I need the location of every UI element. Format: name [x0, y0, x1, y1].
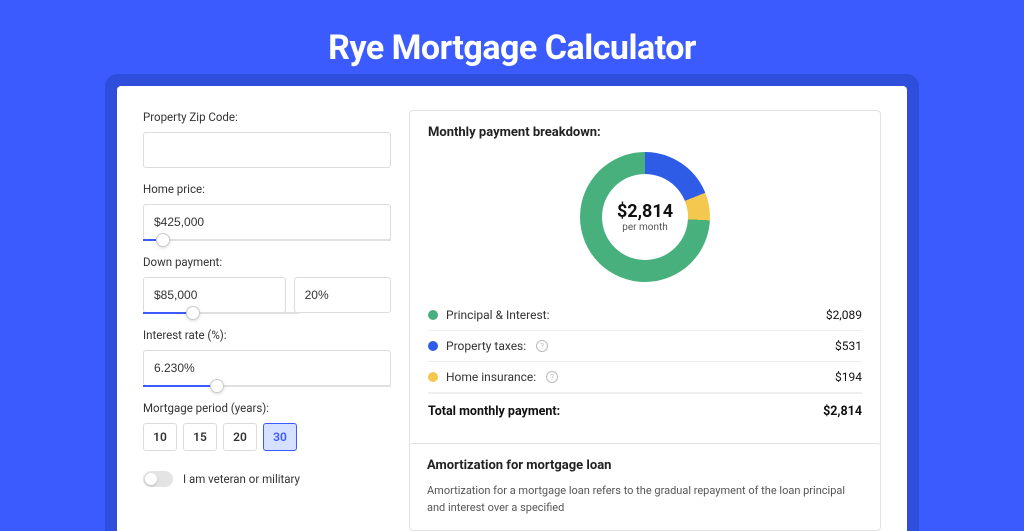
veteran-toggle[interactable] [143, 471, 173, 487]
interest-input[interactable] [143, 350, 391, 386]
period-options: 10 15 20 30 [143, 423, 391, 451]
info-icon[interactable]: ? [536, 340, 548, 352]
breakdown-title: Monthly payment breakdown: [428, 125, 862, 140]
period-option-10[interactable]: 10 [143, 423, 177, 451]
legend-insurance: Home insurance: ? $194 [428, 362, 862, 393]
breakdown-panel: Monthly payment breakdown: $2,814 per mo… [409, 110, 881, 531]
period-label: Mortgage period (years): [143, 401, 391, 415]
total-value: $2,814 [823, 404, 862, 419]
legend-value: $194 [835, 370, 862, 384]
total-label: Total monthly payment: [428, 404, 560, 419]
home-price-slider[interactable] [143, 239, 391, 241]
legend-label: Principal & Interest: [446, 308, 550, 322]
slider-thumb[interactable] [186, 306, 200, 320]
legend-label: Property taxes: [446, 339, 526, 353]
interest-label: Interest rate (%): [143, 328, 391, 342]
period-option-30[interactable]: 30 [263, 423, 297, 451]
period-option-20[interactable]: 20 [223, 423, 257, 451]
home-price-label: Home price: [143, 182, 391, 196]
slider-thumb[interactable] [156, 233, 170, 247]
down-payment-amount-input[interactable] [143, 277, 286, 313]
amortization-title: Amortization for mortgage loan [427, 458, 863, 473]
legend-value: $2,089 [826, 308, 862, 322]
legend-taxes: Property taxes: ? $531 [428, 331, 862, 362]
veteran-label: I am veteran or military [183, 472, 300, 486]
donut-total: $2,814 [617, 201, 673, 222]
form-column: Property Zip Code: Home price: Down paym… [143, 110, 391, 531]
donut-chart: $2,814 per month [580, 152, 710, 282]
slider-thumb[interactable] [210, 379, 224, 393]
amortization-section: Amortization for mortgage loan Amortizat… [409, 443, 881, 530]
dot-icon [428, 341, 438, 351]
down-payment-pct-input[interactable] [294, 277, 391, 313]
legend-value: $531 [835, 339, 862, 353]
down-payment-label: Down payment: [143, 255, 391, 269]
total-row: Total monthly payment: $2,814 [428, 393, 862, 429]
zip-input[interactable] [143, 132, 391, 168]
legend-principal: Principal & Interest: $2,089 [428, 300, 862, 331]
dot-icon [428, 310, 438, 320]
home-price-input[interactable] [143, 204, 391, 240]
legend-label: Home insurance: [446, 370, 536, 384]
down-payment-slider[interactable] [143, 312, 299, 314]
donut-sub: per month [622, 222, 668, 233]
period-option-15[interactable]: 15 [183, 423, 217, 451]
calculator-card: Property Zip Code: Home price: Down paym… [117, 86, 907, 531]
page-title: Rye Mortgage Calculator [0, 0, 1024, 86]
amortization-text: Amortization for a mortgage loan refers … [427, 483, 863, 516]
interest-slider[interactable] [143, 385, 391, 387]
zip-label: Property Zip Code: [143, 110, 391, 124]
info-icon[interactable]: ? [546, 371, 558, 383]
dot-icon [428, 372, 438, 382]
